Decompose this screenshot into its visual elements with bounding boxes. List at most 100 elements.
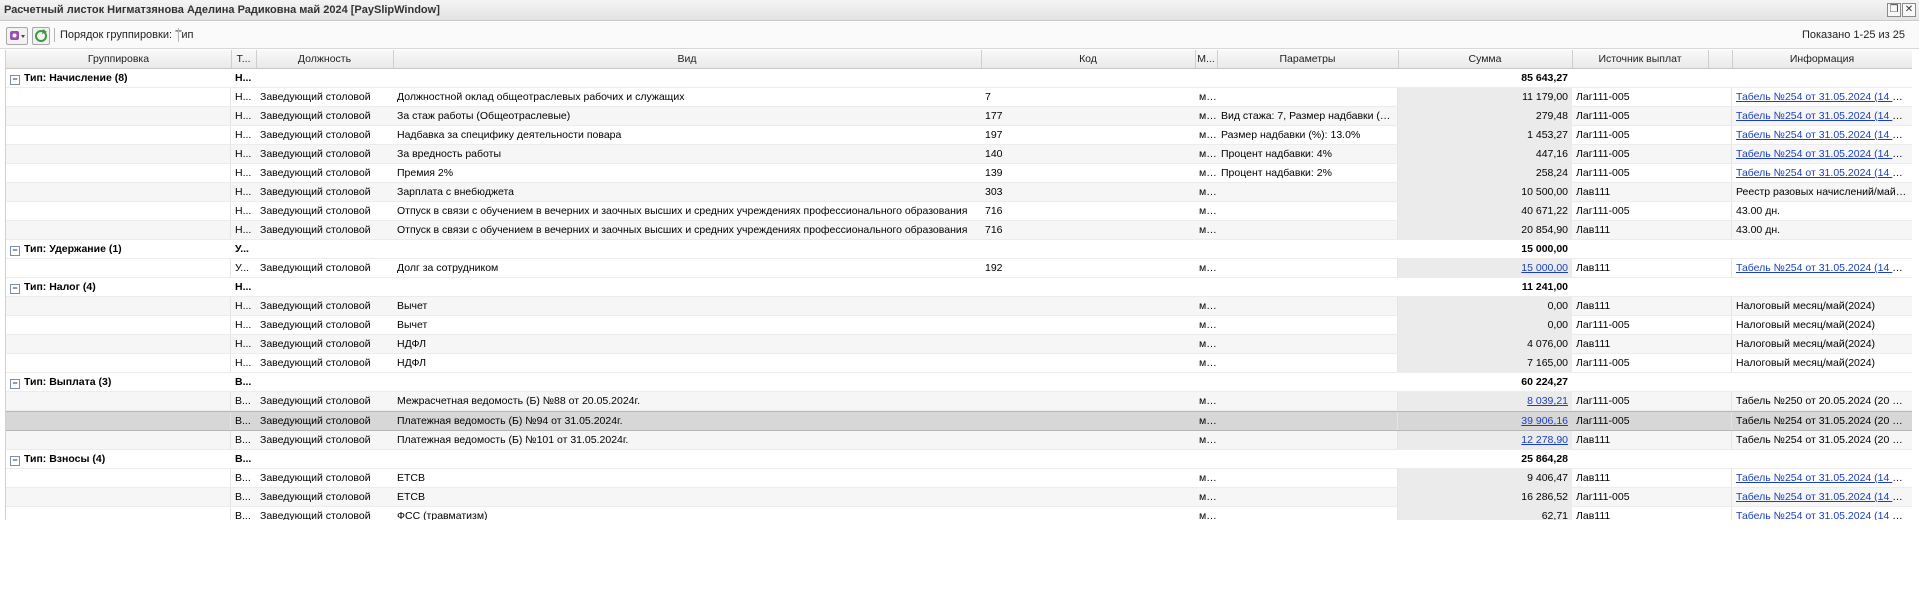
table-row[interactable]: В... Заведующий столовой Платежная ведомос… [6,431,1912,450]
sum-link[interactable]: 15 000,00 [1521,262,1568,274]
cell-info[interactable]: Табель №254 от 31.05.2024 (14 из 20 ... [1732,469,1912,487]
cell-info: 43.00 дн. [1736,224,1781,236]
table-row[interactable]: Н... Заведующий столовой Премия 2% 139 м... П… [6,164,1912,183]
window-titlebar[interactable]: Расчетный листок Нигматзянова Аделина Ра… [0,0,1919,21]
toolbar-separator [54,28,55,42]
cell-info[interactable]: Табель №254 от 31.05.2024 (14 из 20 ... [1732,126,1912,144]
table-row[interactable]: В... Заведующий столовой ЕТСВ м... 16 286,52… [6,488,1912,507]
group-row[interactable]: − Тип: Налог (4) Н... 11 241,00 [6,278,1912,297]
cell-blank [1708,183,1732,201]
table-row[interactable]: Н... Заведующий столовой Надбавка за специ… [6,126,1912,145]
cell-pos: Заведующий столовой [260,129,371,141]
info-link[interactable]: Табель №254 от 31.05.2024 (14 из 20 ... [1736,472,1912,484]
column-header-params[interactable]: Параметры [1217,50,1399,68]
table-row[interactable]: Н... Заведующий столовой За вредность рабо… [6,145,1912,164]
window-title: Расчетный листок Нигматзянова Аделина Ра… [4,4,440,16]
cell-params [1217,183,1398,201]
group-label: Тип: Налог (4) [24,281,96,293]
cell-t: Н... [235,300,252,312]
cell-src: Лаг111-005 [1576,491,1630,503]
cell-info[interactable]: Табель №254 от 31.05.2024 (14 из 20 ... [1732,507,1912,520]
cell-sum[interactable]: 12 278,90 [1398,431,1572,449]
group-label-cell[interactable]: − Тип: Удержание (1) [6,240,231,258]
collapse-icon[interactable]: − [10,456,20,466]
cell-info[interactable]: Табель №254 от 31.05.2024 (14 из 20 ... [1732,107,1912,125]
cell-info: Налоговый месяц/май(2024) [1736,300,1876,312]
table-row[interactable]: Н... Заведующий столовой НДФЛ м... 4 076,00 Л… [6,335,1912,354]
table-row[interactable]: У... Заведующий столовой Долг за сотрудник… [6,259,1912,278]
refresh-button[interactable] [32,27,50,45]
column-header-src[interactable]: Источник выплат [1572,50,1709,68]
cell-code [981,354,1195,372]
info-link[interactable]: Табель №254 от 31.05.2024 (14 из 20 ... [1736,129,1912,141]
group-row[interactable]: − Тип: Удержание (1) У... 15 000,00 [6,240,1912,259]
collapse-icon[interactable]: − [10,379,20,389]
payslip-grid: Группировка Т... Должность Вид Код М... Параме… [5,50,1912,520]
column-header-blank[interactable] [1708,50,1733,68]
info-link[interactable]: Табель №254 от 31.05.2024 (14 из 20 ... [1736,110,1912,122]
cell-pos: Заведующий столовой [260,472,371,484]
cell-sum[interactable]: 8 039,21 [1398,392,1572,410]
column-header-info[interactable]: Информация [1732,50,1912,68]
group-label-cell[interactable]: − Тип: Взносы (4) [6,450,231,468]
info-link[interactable]: Табель №254 от 31.05.2024 (14 из 20 ... [1736,491,1912,503]
cell-t: В... [235,453,252,465]
info-link[interactable]: Табель №254 от 31.05.2024 (14 из 20 ... [1736,262,1912,274]
table-row[interactable]: В... Заведующий столовой ЕТСВ м... 9 406,47 Л… [6,469,1912,488]
cell-blank [1708,507,1732,520]
column-header-t[interactable]: Т... [231,50,257,68]
table-row[interactable]: Н... Заведующий столовой За стаж работы (О… [6,107,1912,126]
table-row[interactable]: В... Заведующий столовой Платежная ведомос… [6,411,1912,431]
table-row[interactable]: Н... Заведующий столовой Отпуск в связи с … [6,221,1912,240]
table-row[interactable]: Н... Заведующий столовой Зарплата с внебюд… [6,183,1912,202]
sum-link[interactable]: 12 278,90 [1521,434,1568,446]
cell-info[interactable]: Табель №254 от 31.05.2024 (14 из 20 ... [1732,88,1912,106]
cell-info[interactable]: Табель №254 от 31.05.2024 (14 из 20 ... [1732,145,1912,163]
close-icon[interactable]: ✕ [1902,3,1916,17]
column-header-kind[interactable]: Вид [393,50,982,68]
table-row[interactable]: Н... Заведующий столовой Должностной оклад… [6,88,1912,107]
cell-sum[interactable]: 15 000,00 [1398,259,1572,277]
column-header-code[interactable]: Код [981,50,1196,68]
info-link[interactable]: Табель №254 от 31.05.2024 (14 из 20 ... [1736,167,1912,179]
cell-code [981,335,1195,353]
sum-link[interactable]: 39 906,16 [1521,415,1568,427]
collapse-icon[interactable]: − [10,75,20,85]
cell-info[interactable]: Табель №254 от 31.05.2024 (14 из 20 ... [1732,259,1912,277]
column-header-group[interactable]: Группировка [6,50,232,68]
cell-info[interactable]: Табель №254 от 31.05.2024 (14 из 20 ... [1732,164,1912,182]
cell-t: Н... [235,129,252,141]
info-link[interactable]: Табель №254 от 31.05.2024 (14 из 20 ... [1736,148,1912,160]
table-row[interactable]: В... Заведующий столовой ФСС (травматизм) м… [6,507,1912,520]
table-row[interactable]: В... Заведующий столовой Межрасчетная ведо… [6,392,1912,411]
cell-m: м... [1199,338,1215,350]
cell-params [1217,221,1398,239]
collapse-icon[interactable]: − [10,246,20,256]
column-header-pos[interactable]: Должность [256,50,394,68]
cell-sum[interactable]: 39 906,16 [1398,412,1572,430]
cell-group [6,354,231,372]
table-row[interactable]: Н... Заведующий столовой Вычет м... 0,00 Лаг1… [6,316,1912,335]
group-label-cell[interactable]: − Тип: Налог (4) [6,278,231,296]
group-row[interactable]: − Тип: Выплата (3) В... 60 224,27 [6,373,1912,392]
restore-icon[interactable]: ❐ [1887,3,1901,17]
table-row[interactable]: Н... Заведующий столовой НДФЛ м... 7 165,00 Л… [6,354,1912,373]
group-label-cell[interactable]: − Тип: Выплата (3) [6,373,231,391]
column-header-m[interactable]: М... [1195,50,1218,68]
group-row[interactable]: − Тип: Начисление (8) Н... 85 643,27 [6,69,1912,88]
group-row[interactable]: − Тип: Взносы (4) В... 25 864,28 [6,450,1912,469]
info-link[interactable]: Табель №254 от 31.05.2024 (14 из 20 ... [1736,91,1912,103]
table-row[interactable]: Н... Заведующий столовой Вычет м... 0,00 Лав1… [6,297,1912,316]
column-header-sum[interactable]: Сумма [1398,50,1573,68]
sum-link[interactable]: 8 039,21 [1527,395,1568,407]
group-label-cell[interactable]: − Тип: Начисление (8) [6,69,231,87]
collapse-icon[interactable]: − [10,284,20,294]
info-link[interactable]: Табель №254 от 31.05.2024 (14 из 20 ... [1736,510,1912,520]
cell-info[interactable]: Табель №254 от 31.05.2024 (14 из 20 ... [1732,488,1912,506]
cell-src: Лаг111-005 [1576,319,1630,331]
cell-m: м... [1199,224,1215,236]
settings-menu-button[interactable] [6,27,28,45]
table-row[interactable]: Н... Заведующий столовой Отпуск в связи с … [6,202,1912,221]
cell-m: м... [1199,91,1215,103]
cell-code: 7 [985,91,991,103]
